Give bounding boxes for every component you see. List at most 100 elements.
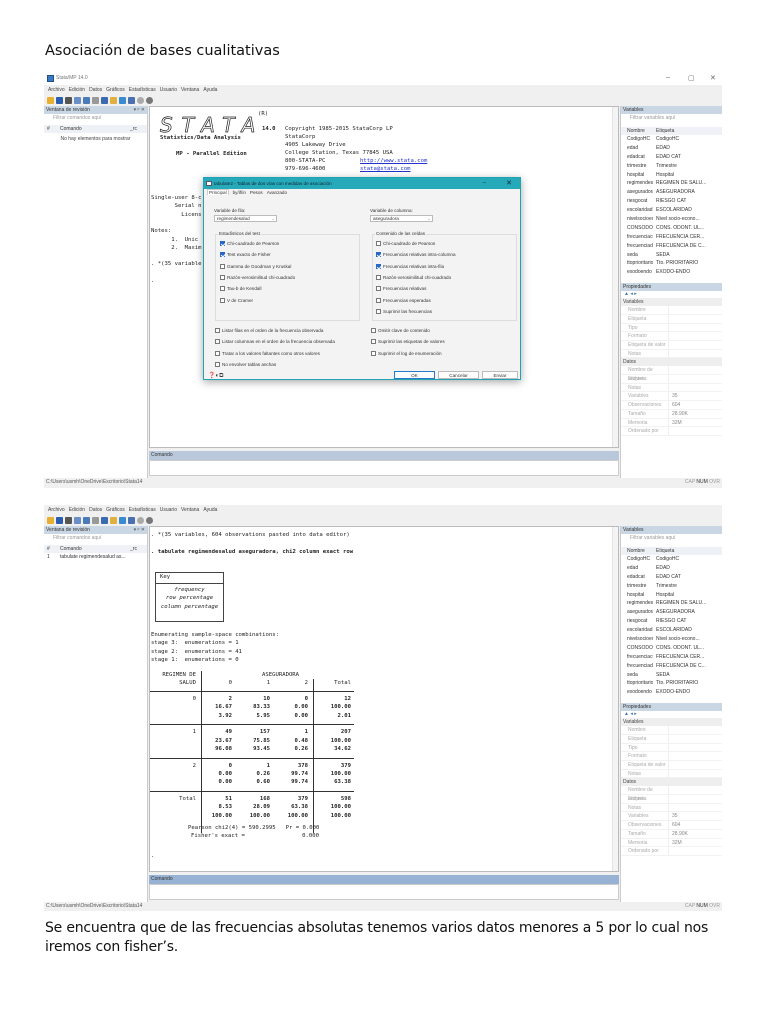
menu-0[interactable]: Archivo <box>48 85 65 95</box>
menu-3[interactable]: Gráficos <box>106 505 125 515</box>
checkbox[interactable] <box>220 263 225 269</box>
checkbox[interactable] <box>220 252 225 258</box>
variable-row[interactable]: CONSODONT...CONS. ODONT. UL... <box>621 224 722 233</box>
break-icon[interactable] <box>146 97 153 104</box>
menu-4[interactable]: Estadísticas <box>129 85 156 95</box>
variable-row[interactable]: frecuenciadec...FRECUENCIA DE C... <box>621 662 722 671</box>
test-checkbox-2[interactable]: Gamma de Goodman y Kruskal <box>220 263 291 269</box>
option-right-checkbox-1[interactable]: Suprimir las etiquetas de valores <box>371 339 445 345</box>
checkbox[interactable] <box>220 286 225 292</box>
checkbox[interactable] <box>220 297 225 303</box>
checkbox[interactable] <box>215 350 220 356</box>
review-item[interactable]: 1 tabulate regimendesalud as... <box>44 553 147 562</box>
variable-row[interactable]: edadcat EDAD CAT <box>621 573 722 582</box>
checkbox[interactable] <box>371 350 376 356</box>
open-icon[interactable] <box>47 97 54 104</box>
results-scrollbar[interactable] <box>612 107 618 447</box>
checkbox[interactable] <box>376 241 381 246</box>
variables-manager-icon[interactable] <box>128 97 135 104</box>
variable-row[interactable]: edad EDAD <box>621 144 722 153</box>
cell-checkbox-4[interactable]: Frecuencias relativas <box>376 286 426 292</box>
test-checkbox-4[interactable]: Tau-b de Kendall <box>220 286 261 292</box>
option-right-checkbox-0[interactable]: Omitir clave de contenido <box>371 328 430 333</box>
tab-0[interactable]: Principal <box>207 189 229 195</box>
checkbox[interactable] <box>376 297 381 303</box>
review-panel-pin-controls[interactable]: ▾ ᵖ ✕ <box>134 106 145 114</box>
checkbox[interactable] <box>376 308 381 314</box>
variable-row[interactable]: seda SEDA <box>621 671 722 680</box>
variable-row[interactable]: edadcat EDAD CAT <box>621 153 722 162</box>
review-filter-input[interactable]: Filtrar comandos aquí <box>44 534 147 543</box>
menu-5[interactable]: Usuario <box>160 505 177 515</box>
cell-checkbox-1[interactable]: Frecuencias relativas intra-columna <box>376 252 456 258</box>
checkbox[interactable] <box>371 339 376 345</box>
variable-row[interactable]: frecuenciadec...FRECUENCIA DE C... <box>621 242 722 251</box>
variable-row[interactable]: seda SEDA <box>621 251 722 260</box>
option-checkbox-2[interactable]: Tratar a los valores faltantes como otro… <box>215 350 320 356</box>
results-scrollbar[interactable] <box>612 527 618 871</box>
col-label[interactable]: Etiqueta <box>653 127 722 135</box>
checkbox[interactable] <box>215 328 220 333</box>
graph-icon[interactable] <box>92 517 99 524</box>
variable-row[interactable]: frecuenciacep...FRECUENCIA CER... <box>621 233 722 242</box>
test-checkbox-1[interactable]: Test exacto de Fisher <box>220 252 271 258</box>
variable-row[interactable]: exodoendo EXODO-ENDO <box>621 688 722 697</box>
variable-row[interactable]: hospital Hospital <box>621 171 722 180</box>
tab-2[interactable]: Pesos <box>250 190 263 195</box>
menu-4[interactable]: Estadísticas <box>129 505 156 515</box>
minimize-button[interactable]: – <box>666 74 670 81</box>
command-input[interactable] <box>149 460 619 476</box>
option-checkbox-3[interactable]: No envolver tablas anchas <box>215 361 276 367</box>
option-checkbox-1[interactable]: Listar columnas en el orden de la frecue… <box>215 339 335 345</box>
ok-button[interactable]: OK <box>394 371 435 379</box>
checkbox[interactable] <box>376 263 381 269</box>
menu-1[interactable]: Edición <box>69 85 85 95</box>
variable-row[interactable]: frecuenciacep...FRECUENCIA CER... <box>621 653 722 662</box>
close-button[interactable]: ✕ <box>506 178 512 189</box>
checkbox[interactable] <box>376 252 381 258</box>
variable-row[interactable]: escolaridad ESCOLARIDAD <box>621 206 722 215</box>
menu-3[interactable]: Gráficos <box>106 85 125 95</box>
tab-1[interactable]: by/if/in <box>233 190 246 195</box>
variable-row[interactable]: hospital Hospital <box>621 591 722 600</box>
checkbox[interactable] <box>376 286 381 292</box>
data-browser-icon[interactable] <box>119 97 126 104</box>
save-icon[interactable] <box>56 517 63 524</box>
log-icon[interactable] <box>74 517 81 524</box>
checkbox[interactable] <box>371 328 376 333</box>
variable-row[interactable]: riesgocat RIESGO CAT <box>621 197 722 206</box>
variable-row[interactable]: ttoprioritario Tto. PRIORITARIO <box>621 259 722 268</box>
variables-scrollbar[interactable] <box>621 277 722 281</box>
more-icon[interactable] <box>137 517 144 524</box>
menu-2[interactable]: Datos <box>89 85 102 95</box>
review-panel-pin-controls[interactable]: ▾ ᵖ ✕ <box>134 526 145 534</box>
variable-row[interactable]: trimestre Trimestre <box>621 162 722 171</box>
properties-section-variables[interactable]: Variables <box>621 718 722 727</box>
menu-7[interactable]: Ayuda <box>203 505 217 515</box>
menu-6[interactable]: Ventana <box>181 505 199 515</box>
variable-row[interactable]: aseguradora ASEGURADORA <box>621 188 722 197</box>
data-editor-icon[interactable] <box>110 97 117 104</box>
cancel-button[interactable]: Cancelar <box>438 371 479 379</box>
variable-row[interactable]: edad EDAD <box>621 564 722 573</box>
variable-row[interactable]: nivelsocioeco...Nivel socio-econo... <box>621 635 722 644</box>
tab-3[interactable]: Avanzado <box>267 190 287 195</box>
command-input[interactable] <box>149 884 619 900</box>
menu-2[interactable]: Datos <box>89 505 102 515</box>
properties-section-data[interactable]: Datos <box>621 778 722 787</box>
col-command[interactable]: Comando <box>60 545 82 553</box>
variable-row[interactable]: CONSODONT...CONS. ODONT. UL... <box>621 644 722 653</box>
menu-7[interactable]: Ayuda <box>203 85 217 95</box>
test-checkbox-3[interactable]: Razón-verosimilitud chi-cuadrado <box>220 274 295 280</box>
col-label[interactable]: Etiqueta <box>653 547 722 555</box>
do-file-editor-icon[interactable] <box>101 97 108 104</box>
variable-row[interactable]: trimestre Trimestre <box>621 582 722 591</box>
print-icon[interactable] <box>65 97 72 104</box>
data-browser-icon[interactable] <box>119 517 126 524</box>
viewer-icon[interactable] <box>83 97 90 104</box>
variable-row[interactable]: ttoprioritario Tto. PRIORITARIO <box>621 679 722 688</box>
variable-row[interactable]: regimendesal...REGIMEN DE SALU... <box>621 179 722 188</box>
col-name[interactable]: Nombre <box>621 547 653 555</box>
copy-icon[interactable]: ⧉ <box>219 373 223 379</box>
cell-checkbox-2[interactable]: Frecuencias relativas intra-fila <box>376 263 444 269</box>
